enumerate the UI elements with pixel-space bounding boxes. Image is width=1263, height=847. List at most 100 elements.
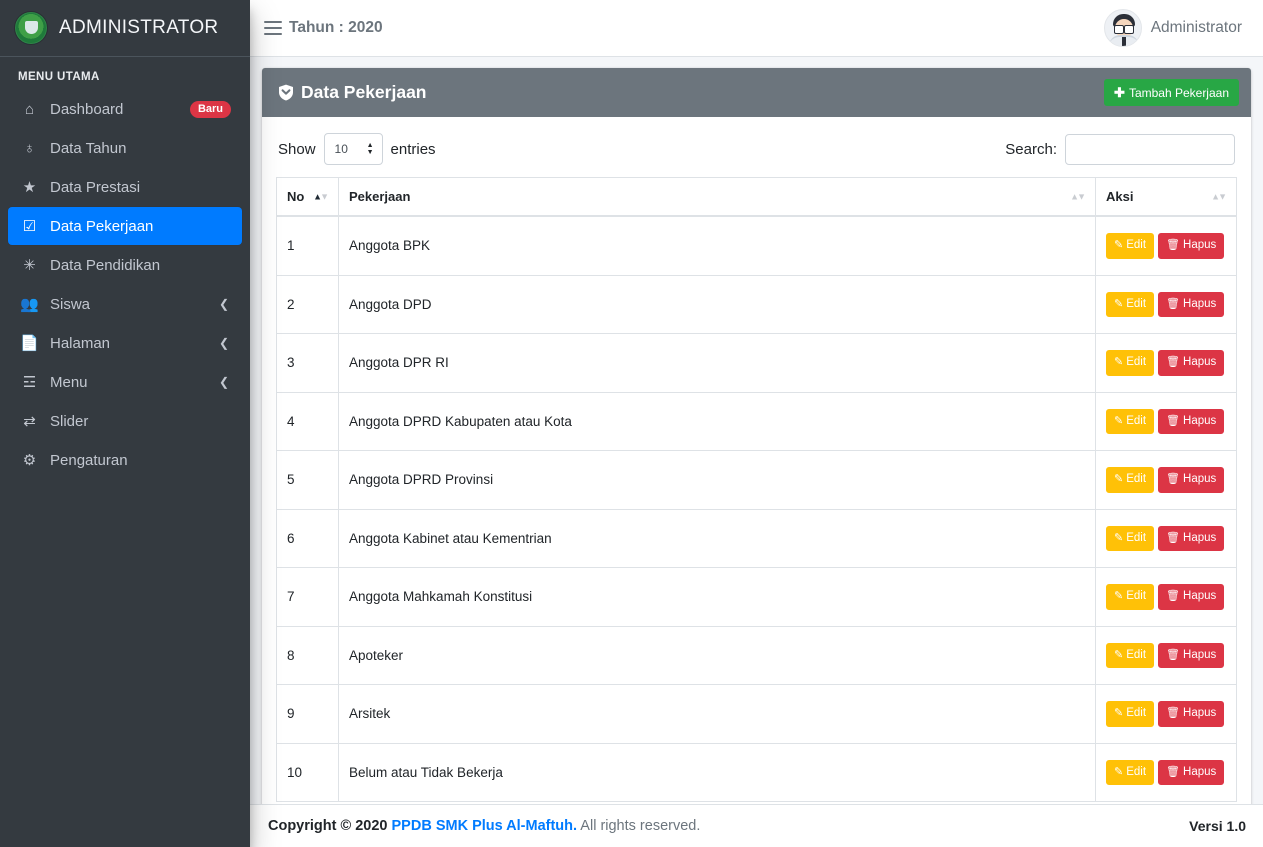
pencil-square-icon: ✎ <box>1114 650 1123 661</box>
cell-aksi: ✎Edit🗑Hapus <box>1096 509 1237 568</box>
page-footer: Copyright © 2020 PPDB SMK Plus Al-Maftuh… <box>250 804 1263 847</box>
delete-button[interactable]: 🗑Hapus <box>1158 643 1224 669</box>
sidebar-item-data-pendidikan[interactable]: ✳Data Pendidikan <box>8 246 242 284</box>
table-row: 1Anggota BPK✎Edit🗑Hapus <box>277 216 1237 275</box>
column-header-pekerjaan-label: Pekerjaan <box>349 189 410 204</box>
table-body: 1Anggota BPK✎Edit🗑Hapus2Anggota DPD✎Edit… <box>277 216 1237 802</box>
topbar-left-group: Tahun : 2020 <box>264 19 383 37</box>
search-input[interactable] <box>1065 134 1235 165</box>
delete-button[interactable]: 🗑Hapus <box>1158 760 1224 786</box>
chevron-left-icon: ❮ <box>219 336 229 350</box>
edit-button[interactable]: ✎Edit <box>1106 760 1154 786</box>
cell-pekerjaan: Belum atau Tidak Bekerja <box>339 743 1096 802</box>
data-pekerjaan-card: Data Pekerjaan ✚ Tambah Pekerjaan Show 1… <box>262 68 1251 804</box>
sidebar-item-label: Slider <box>50 413 231 430</box>
delete-button-label: Hapus <box>1183 474 1216 486</box>
sidebar-section-header: MENU UTAMA <box>0 57 250 90</box>
pencil-square-icon: ✎ <box>1114 708 1123 719</box>
edit-button[interactable]: ✎Edit <box>1106 526 1154 552</box>
edit-button[interactable]: ✎Edit <box>1106 292 1154 318</box>
delete-button[interactable]: 🗑Hapus <box>1158 409 1224 435</box>
cell-aksi: ✎Edit🗑Hapus <box>1096 568 1237 627</box>
edit-button-label: Edit <box>1126 299 1146 311</box>
table-row: 10Belum atau Tidak Bekerja✎Edit🗑Hapus <box>277 743 1237 802</box>
top-navbar: Tahun : 2020 Administrator <box>250 0 1263 57</box>
delete-button[interactable]: 🗑Hapus <box>1158 467 1224 493</box>
add-pekerjaan-label: Tambah Pekerjaan <box>1129 87 1229 99</box>
edit-button[interactable]: ✎Edit <box>1106 584 1154 610</box>
sidebar-item-data-prestasi[interactable]: ★Data Prestasi <box>8 168 242 206</box>
column-header-pekerjaan[interactable]: Pekerjaan ▲▼ <box>339 178 1096 217</box>
column-header-no-label: No <box>287 189 304 204</box>
footer-brand-link[interactable]: PPDB SMK Plus Al-Maftuh. <box>392 818 578 834</box>
chevron-left-icon: ❮ <box>219 375 229 389</box>
sidebar-item-label: Halaman <box>50 335 209 352</box>
sidebar-item-label: Data Pendidikan <box>50 257 231 274</box>
sidebar-item-siswa[interactable]: 👥Siswa❮ <box>8 285 242 323</box>
hamburger-icon[interactable] <box>264 21 282 35</box>
table-row: 4Anggota DPRD Kabupaten atau Kota ✎Edit🗑H… <box>277 392 1237 451</box>
table-head: No ▲▼ Pekerjaan ▲▼ Aksi ▲▼ <box>277 178 1237 217</box>
edit-button-label: Edit <box>1126 357 1146 369</box>
pencil-square-icon: ✎ <box>1114 299 1123 310</box>
cell-no: 4 <box>277 392 339 451</box>
chevron-left-icon: ❮ <box>219 297 229 311</box>
sidebar-nav: ⌂DashboardBaru♁Data Tahun★Data Prestasi☑… <box>0 90 250 479</box>
trash-icon: 🗑 <box>1166 533 1180 544</box>
trash-icon: 🗑 <box>1166 708 1180 719</box>
plus-icon: ✚ <box>1114 86 1125 99</box>
sort-indicator-icon: ▲▼ <box>1211 192 1227 201</box>
sidebar-item-slider[interactable]: ⇄Slider <box>8 402 242 440</box>
sidebar-item-pengaturan[interactable]: ⚙Pengaturan <box>8 441 242 479</box>
pencil-square-icon: ✎ <box>1114 767 1123 778</box>
delete-button[interactable]: 🗑Hapus <box>1158 350 1224 376</box>
row-actions: ✎Edit🗑Hapus <box>1106 584 1226 610</box>
cell-pekerjaan: Anggota Kabinet atau Kementrian <box>339 509 1096 568</box>
edit-button[interactable]: ✎Edit <box>1106 467 1154 493</box>
trash-icon: 🗑 <box>1166 650 1180 661</box>
cell-pekerjaan: Anggota BPK <box>339 216 1096 275</box>
delete-button[interactable]: 🗑Hapus <box>1158 701 1224 727</box>
delete-button-label: Hapus <box>1183 650 1216 662</box>
page-title: Tahun : 2020 <box>289 19 383 37</box>
topbar-user-group[interactable]: Administrator <box>1104 9 1246 47</box>
column-header-aksi[interactable]: Aksi ▲▼ <box>1096 178 1237 217</box>
edit-button[interactable]: ✎Edit <box>1106 643 1154 669</box>
delete-button[interactable]: 🗑Hapus <box>1158 292 1224 318</box>
edit-button[interactable]: ✎Edit <box>1106 701 1154 727</box>
sidebar-item-dashboard[interactable]: ⌂DashboardBaru <box>8 90 242 128</box>
sidebar-item-data-tahun[interactable]: ♁Data Tahun <box>8 129 242 167</box>
file-icon: 📄 <box>19 336 40 351</box>
brand-link[interactable]: ADMINISTRATOR <box>0 0 250 57</box>
delete-button[interactable]: 🗑Hapus <box>1158 526 1224 552</box>
add-pekerjaan-button[interactable]: ✚ Tambah Pekerjaan <box>1104 79 1239 106</box>
sort-indicator-icon: ▲▼ <box>313 192 329 201</box>
cell-no: 3 <box>277 334 339 393</box>
column-header-no[interactable]: No ▲▼ <box>277 178 339 217</box>
sidebar-item-halaman[interactable]: 📄 Halaman ❮ <box>8 324 242 362</box>
sidebar-item-menu[interactable]: ☲Menu❮ <box>8 363 242 401</box>
delete-button[interactable]: 🗑Hapus <box>1158 233 1224 259</box>
sidebar: ADMINISTRATOR MENU UTAMA ⌂DashboardBaru♁… <box>0 0 250 847</box>
cell-aksi: ✎Edit🗑Hapus <box>1096 743 1237 802</box>
user-avatar <box>1104 9 1142 47</box>
cell-no: 8 <box>277 626 339 685</box>
search-control: Search: <box>1005 134 1235 165</box>
sidebar-item-data-pekerjaan[interactable]: ☑Data Pekerjaan <box>8 207 242 245</box>
gear-icon: ⚙ <box>19 453 40 468</box>
card-title: Data Pekerjaan <box>278 82 427 103</box>
delete-button[interactable]: 🗑Hapus <box>1158 584 1224 610</box>
trash-icon: 🗑 <box>1166 240 1180 251</box>
page-length-select[interactable]: 102550100 <box>324 133 383 165</box>
delete-button-label: Hapus <box>1183 767 1216 779</box>
edit-button-label: Edit <box>1126 474 1146 486</box>
map-pin-icon: ♁ <box>19 141 40 156</box>
cell-pekerjaan: Anggota DPRD Kabupaten atau Kota <box>339 392 1096 451</box>
cell-aksi: ✎Edit🗑Hapus <box>1096 626 1237 685</box>
edit-button[interactable]: ✎Edit <box>1106 409 1154 435</box>
edit-button[interactable]: ✎Edit <box>1106 350 1154 376</box>
shield-check-icon <box>278 84 294 101</box>
search-label: Search: <box>1005 141 1057 158</box>
edit-button[interactable]: ✎Edit <box>1106 233 1154 259</box>
sort-indicator-icon: ▲▼ <box>1070 192 1086 201</box>
